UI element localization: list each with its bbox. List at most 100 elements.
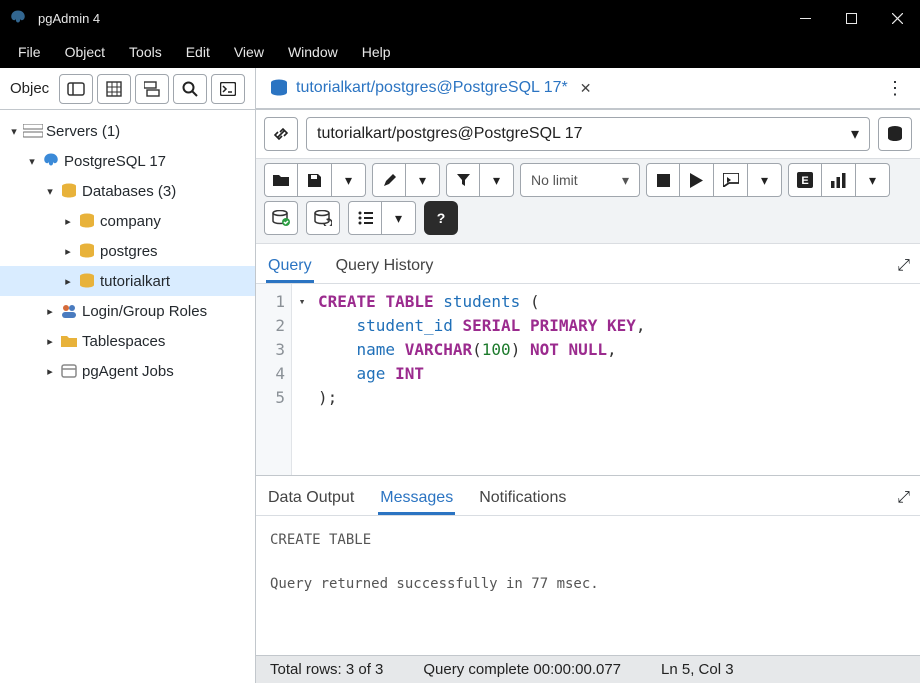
explain-button[interactable] (714, 163, 748, 197)
view-options-button[interactable] (348, 201, 382, 235)
macro-button[interactable]: E (788, 163, 822, 197)
folder-icon (58, 334, 80, 348)
menubar: File Object Tools Edit View Window Help (0, 36, 920, 68)
tree-databases[interactable]: ▾ Databases (3) (0, 176, 255, 206)
roles-icon (58, 303, 80, 319)
query-subtabs: Query Query History ⤢ (256, 244, 920, 284)
toolbar-primary: ▾ ▾ ▾ No limit ▾ ▾ E ▾ (256, 158, 920, 201)
close-button[interactable] (874, 0, 920, 36)
commit-button[interactable] (264, 201, 298, 235)
postgres-icon (40, 152, 62, 170)
edit-button[interactable] (372, 163, 406, 197)
chevron-down-icon[interactable]: ▾ (24, 155, 40, 168)
database-icon (58, 183, 80, 199)
line-number: 3 (256, 338, 285, 362)
tree-label: tutorialkart (98, 273, 170, 290)
database-icon (76, 273, 98, 289)
fold-column: ▾ (292, 284, 312, 475)
menu-edit[interactable]: Edit (174, 36, 222, 68)
outtab-messages[interactable]: Messages (378, 489, 455, 515)
tree-label: Login/Group Roles (80, 303, 207, 320)
tab-more-button[interactable]: ⋮ (878, 78, 912, 99)
connection-status-button[interactable] (264, 117, 298, 151)
menu-file[interactable]: File (6, 36, 53, 68)
save-button[interactable] (298, 163, 332, 197)
close-icon[interactable]: ✕ (580, 80, 592, 97)
chevron-right-icon[interactable]: ▸ (42, 365, 58, 378)
limit-dropdown[interactable]: No limit ▾ (520, 163, 640, 197)
subtab-history[interactable]: Query History (334, 257, 436, 283)
tree-db-postgres[interactable]: ▸ postgres (0, 236, 255, 266)
limit-label: No limit (531, 172, 578, 188)
object-explorer: Objec ▾ Servers (1) ▾ PostgreSQL 17 (0, 68, 256, 683)
tree-label: Databases (3) (80, 183, 176, 200)
chevron-right-icon[interactable]: ▸ (60, 215, 76, 228)
minimize-button[interactable] (782, 0, 828, 36)
filter-button[interactable] (446, 163, 480, 197)
sidebar-tool-terminal[interactable] (211, 74, 245, 104)
chevron-right-icon[interactable]: ▸ (60, 275, 76, 288)
sidebar-tool-1[interactable] (59, 74, 93, 104)
open-file-button[interactable] (264, 163, 298, 197)
status-rows: Total rows: 3 of 3 (270, 661, 383, 678)
chevron-down-icon: ▾ (622, 172, 629, 189)
line-gutter: 1 2 3 4 5 (256, 284, 292, 475)
sidebar-tool-filter[interactable] (135, 74, 169, 104)
titlebar: pgAdmin 4 (0, 0, 920, 36)
sidebar-tool-grid[interactable] (97, 74, 131, 104)
tree-label: pgAgent Jobs (80, 363, 174, 380)
new-connection-button[interactable] (878, 117, 912, 151)
graph-dropdown[interactable]: ▾ (856, 163, 890, 197)
tree-label: PostgreSQL 17 (62, 153, 166, 170)
chevron-right-icon[interactable]: ▸ (42, 305, 58, 318)
menu-help[interactable]: Help (350, 36, 403, 68)
messages-output: CREATE TABLE Query returned successfully… (256, 515, 920, 655)
chevron-right-icon[interactable]: ▸ (42, 335, 58, 348)
expand-icon[interactable]: ⤢ (897, 489, 910, 515)
edit-dropdown[interactable]: ▾ (406, 163, 440, 197)
stop-button[interactable] (646, 163, 680, 197)
tree-servers[interactable]: ▾ Servers (1) (0, 116, 255, 146)
menu-window[interactable]: Window (276, 36, 350, 68)
rollback-button[interactable] (306, 201, 340, 235)
editor-tab[interactable]: tutorialkart/postgres@PostgreSQL 17* ✕ (264, 79, 598, 97)
window-title: pgAdmin 4 (36, 11, 100, 26)
help-button[interactable]: ? (424, 201, 458, 235)
graph-button[interactable] (822, 163, 856, 197)
tree-label: postgres (98, 243, 158, 260)
outtab-data[interactable]: Data Output (266, 489, 356, 515)
menu-view[interactable]: View (222, 36, 276, 68)
menu-object[interactable]: Object (53, 36, 117, 68)
expand-icon[interactable]: ⤢ (897, 257, 910, 283)
view-options-dropdown[interactable]: ▾ (382, 201, 416, 235)
fold-toggle-icon[interactable]: ▾ (292, 290, 312, 314)
line-number: 4 (256, 362, 285, 386)
explain-dropdown[interactable]: ▾ (748, 163, 782, 197)
status-cursor: Ln 5, Col 3 (661, 661, 734, 678)
sidebar-tool-search[interactable] (173, 74, 207, 104)
maximize-button[interactable] (828, 0, 874, 36)
tree-db-company[interactable]: ▸ company (0, 206, 255, 236)
chevron-right-icon[interactable]: ▸ (60, 245, 76, 258)
line-number: 5 (256, 386, 285, 410)
tree-tablespaces[interactable]: ▸ Tablespaces (0, 326, 255, 356)
tree-db-tutorialkart[interactable]: ▸ tutorialkart (0, 266, 255, 296)
tree-server[interactable]: ▾ PostgreSQL 17 (0, 146, 255, 176)
tree-pgagent[interactable]: ▸ pgAgent Jobs (0, 356, 255, 386)
connection-dropdown[interactable]: tutorialkart/postgres@PostgreSQL 17 ▾ (306, 117, 870, 151)
database-icon (76, 243, 98, 259)
code-area[interactable]: CREATE TABLE students ( student_id SERIA… (312, 284, 920, 475)
run-button[interactable] (680, 163, 714, 197)
menu-tools[interactable]: Tools (117, 36, 174, 68)
outtab-notifications[interactable]: Notifications (477, 489, 568, 515)
chevron-down-icon[interactable]: ▾ (42, 185, 58, 198)
tree-login-roles[interactable]: ▸ Login/Group Roles (0, 296, 255, 326)
filter-dropdown[interactable]: ▾ (480, 163, 514, 197)
toolbar-secondary: ▾ ? (256, 201, 920, 244)
jobs-icon (58, 363, 80, 379)
chevron-down-icon[interactable]: ▾ (6, 125, 22, 138)
save-dropdown[interactable]: ▾ (332, 163, 366, 197)
app-icon (0, 9, 36, 27)
sql-editor[interactable]: 1 2 3 4 5 ▾ CREATE TABLE students ( stud… (256, 284, 920, 475)
subtab-query[interactable]: Query (266, 257, 314, 283)
